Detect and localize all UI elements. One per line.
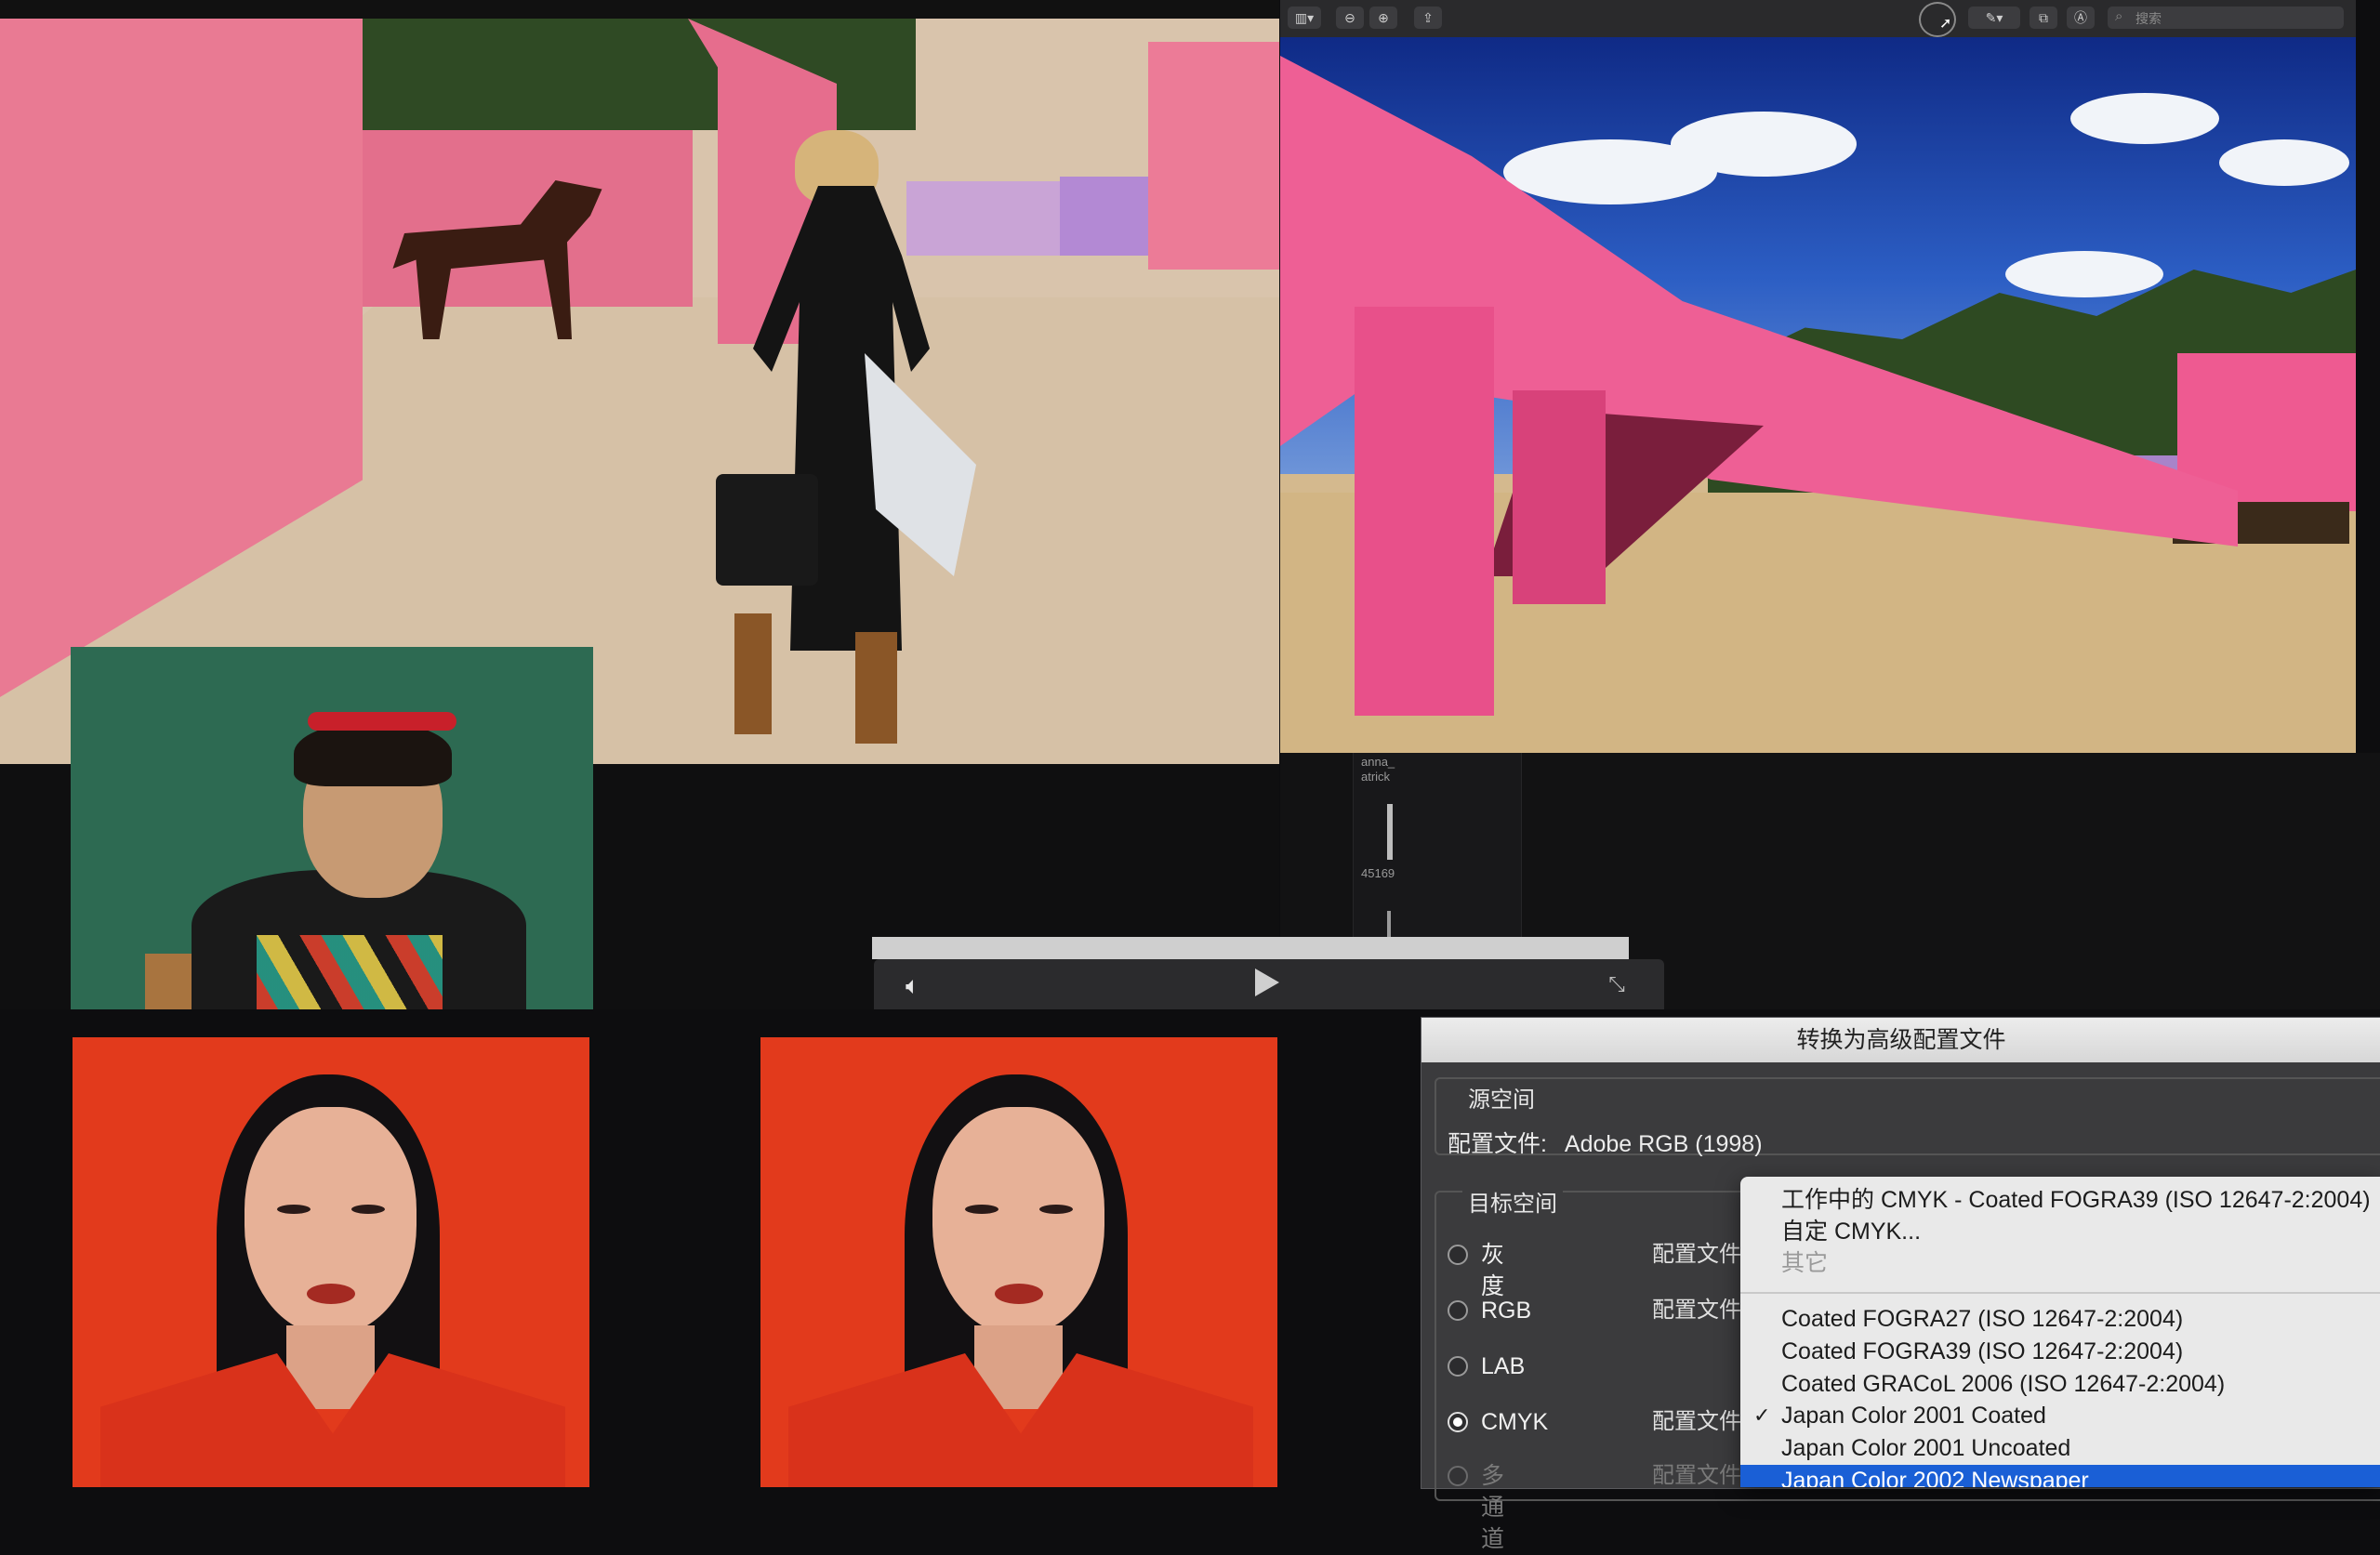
target-space-label: 目标空间	[1462, 1185, 1563, 1218]
menu-item-other: 其它	[1781, 1250, 1829, 1276]
menu-item-profile[interactable]: Coated GRACoL 2006 (ISO 12647-2:2004)	[1781, 1368, 2225, 1400]
source-profile-value: Adobe RGB (1998)	[1564, 1131, 1763, 1157]
video-progress-area[interactable]	[872, 937, 1629, 959]
profile-label: 配置文件	[1652, 1409, 1741, 1434]
portrait-eye	[351, 1205, 385, 1214]
search-field[interactable]: ⌕ 搜索	[2108, 7, 2344, 29]
menu-item-custom-cmyk[interactable]: 自定 CMYK...	[1781, 1216, 1921, 1247]
portrait-photo-before	[73, 1037, 589, 1487]
share-button[interactable]: ⇪	[1414, 7, 1442, 29]
mode-label: 多通道	[1481, 1463, 1505, 1552]
menu-item-profile-checked[interactable]: Japan Color 2001 Coated	[1781, 1400, 2046, 1431]
video-controls: 🔈︎ ⤡	[874, 959, 1664, 1009]
cloud	[2219, 139, 2349, 186]
sweater-pattern	[257, 935, 443, 1009]
pink-right-wall	[1148, 42, 1279, 270]
mode-label: RGB	[1481, 1298, 1532, 1324]
preview-toolbar: ▥▾ ⊖ ⊕ ⇪ ➚ ✎▾ ⧉ Ⓐ ⌕ 搜索	[1280, 0, 2356, 38]
strip-number: 45169	[1361, 866, 1395, 880]
presenter-hair	[294, 721, 452, 786]
speaker-icon[interactable]: 🔈︎	[906, 972, 937, 998]
mode-label: LAB	[1481, 1353, 1526, 1379]
menu-separator	[1740, 1292, 2380, 1294]
mode-label: CMYK	[1481, 1409, 1549, 1435]
menu-item-working-cmyk[interactable]: 工作中的 CMYK - Coated FOGRA39 (ISO 12647-2:…	[1781, 1184, 2371, 1216]
strip-label: anna_	[1361, 755, 1395, 769]
portrait-eye	[1039, 1205, 1073, 1214]
top-strip	[0, 0, 1279, 19]
markup-circle-button[interactable]: ➚	[1919, 2, 1956, 37]
portrait-eye	[277, 1205, 311, 1214]
dialog-title: 转换为高级配置文件	[1421, 1018, 2380, 1062]
architecture-photo	[1280, 37, 2356, 753]
radio-button-selected[interactable]	[1448, 1412, 1468, 1432]
model-figure	[716, 130, 985, 744]
strip-bar	[1387, 804, 1393, 860]
model-boot-right	[855, 632, 897, 744]
shrink-icon[interactable]: ⤡	[1605, 972, 1629, 996]
menu-item-profile[interactable]: Coated FOGRA27 (ISO 12647-2:2004)	[1781, 1303, 2183, 1335]
profile-label: 配置文件	[1652, 1242, 1741, 1267]
checkmark-icon: ✓	[1753, 1403, 1771, 1427]
profile-dropdown-menu: 工作中的 CMYK - Coated FOGRA39 (ISO 12647-2:…	[1740, 1177, 2380, 1487]
radio-button[interactable]	[1448, 1356, 1468, 1377]
pink-back-wall	[358, 130, 693, 307]
presenter-webcam	[71, 647, 593, 1009]
play-icon[interactable]	[1255, 969, 1279, 996]
menu-item-profile-highlighted[interactable]: Japan Color 2002 Newspaper	[1781, 1465, 2089, 1487]
source-profile-line: 配置文件: Adobe RGB (1998)	[1448, 1126, 1763, 1159]
pointer-cursor-icon: ➚	[1939, 16, 1952, 32]
menu-item-profile[interactable]: Coated FOGRA39 (ISO 12647-2:2004)	[1781, 1336, 2183, 1367]
radio-button[interactable]	[1448, 1300, 1468, 1321]
profile-label: 配置文件:	[1448, 1131, 1547, 1157]
antler-headband	[308, 712, 456, 731]
profile-label: 配置文件	[1652, 1298, 1741, 1323]
cloud	[2070, 93, 2219, 144]
pen-tool-button[interactable]: ✎▾	[1968, 7, 2020, 29]
radio-button[interactable]	[1448, 1245, 1468, 1265]
pink-inner-pillar	[1513, 390, 1606, 604]
source-space-label: 源空间	[1462, 1081, 1540, 1114]
menu-item-profile[interactable]: Japan Color 2001 Uncoated	[1781, 1432, 2070, 1464]
portrait-eye	[965, 1205, 998, 1214]
portrait-photo-after	[760, 1037, 1277, 1487]
strip-label: atrick	[1361, 770, 1391, 784]
cloud	[1671, 112, 1857, 177]
portrait-lips	[307, 1284, 355, 1304]
model-boot-left	[734, 613, 772, 734]
rotate-button[interactable]: ⧉	[2030, 7, 2057, 29]
search-icon: ⌕	[2115, 8, 2123, 24]
zoom-in-button[interactable]: ⊕	[1369, 7, 1397, 29]
pink-front-pillar	[1355, 307, 1494, 716]
sidebar-toggle-button[interactable]: ▥▾	[1288, 7, 1321, 29]
portrait-lips	[995, 1284, 1043, 1304]
model-handbag	[716, 474, 818, 586]
radio-button[interactable]	[1448, 1466, 1468, 1486]
markup-button[interactable]: Ⓐ	[2067, 7, 2095, 29]
cloud	[2005, 251, 2163, 297]
mode-label: 灰度	[1481, 1242, 1505, 1299]
zoom-out-button[interactable]: ⊖	[1336, 7, 1364, 29]
search-placeholder: 搜索	[2135, 11, 2162, 26]
